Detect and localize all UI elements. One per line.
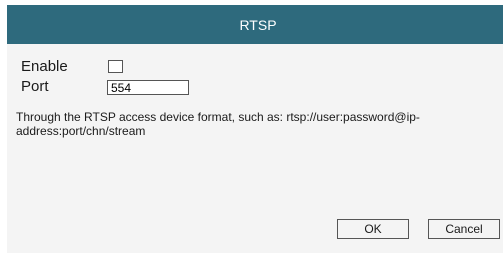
enable-label: Enable xyxy=(21,58,68,75)
dialog-title: RTSP xyxy=(239,16,277,33)
port-label: Port xyxy=(21,78,49,95)
cancel-button[interactable]: Cancel xyxy=(428,219,500,239)
rtsp-format-description: Through the RTSP access device format, s… xyxy=(16,110,420,138)
ok-button[interactable]: OK xyxy=(337,219,409,239)
dialog-titlebar: RTSP xyxy=(7,5,503,44)
port-input[interactable] xyxy=(107,80,189,95)
enable-checkbox[interactable] xyxy=(108,60,123,73)
rtsp-dialog: RTSP Enable Port Through the RTSP access… xyxy=(7,5,503,253)
